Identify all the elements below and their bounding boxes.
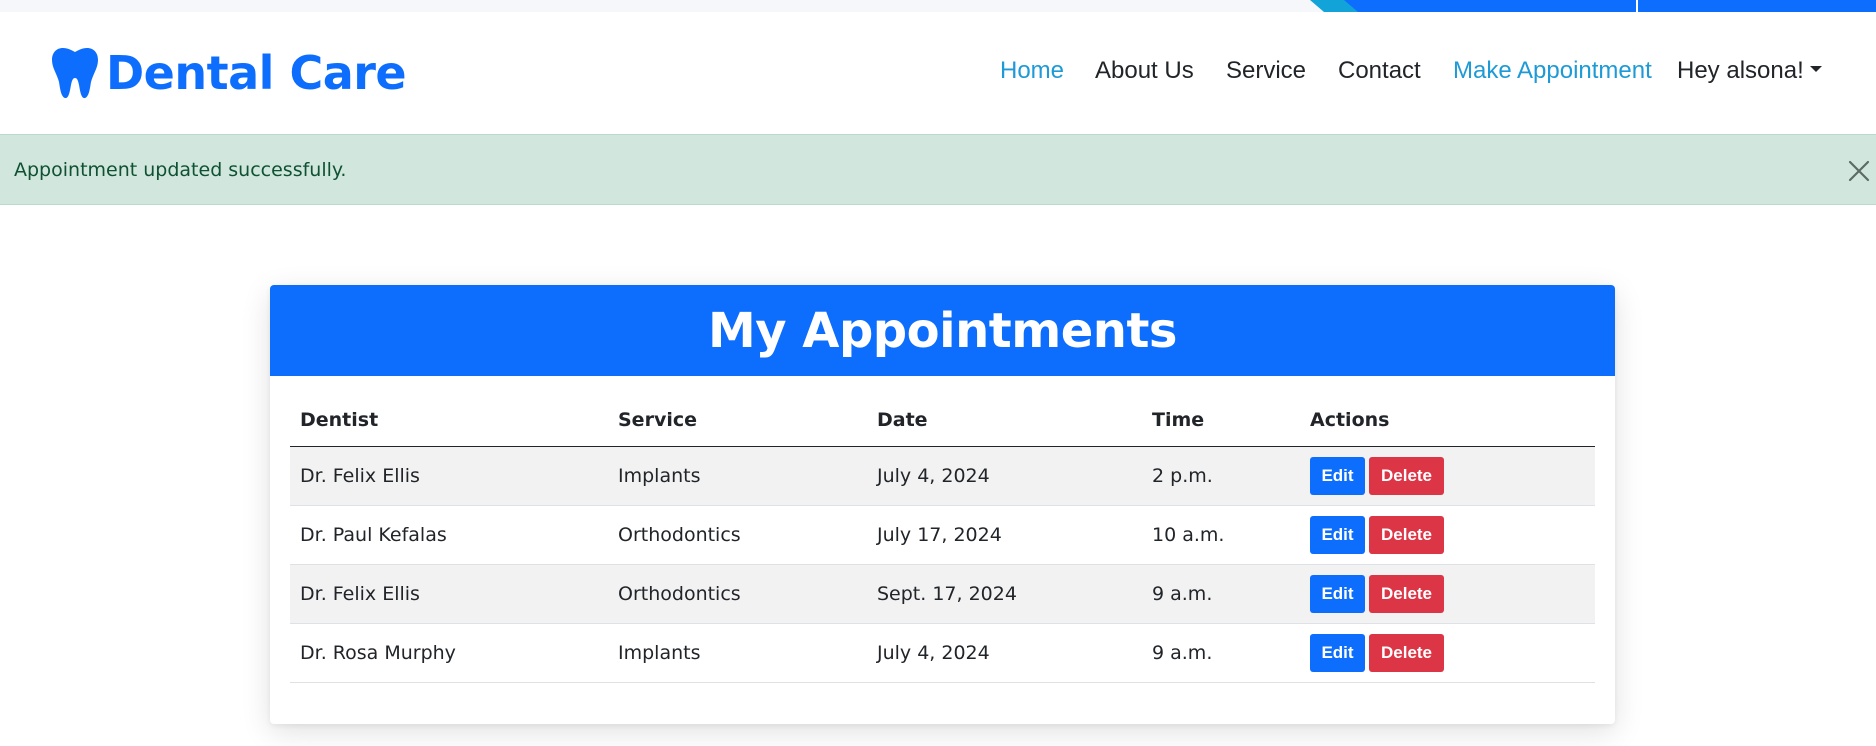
cell-service: Implants: [608, 446, 867, 506]
cell-dentist: Dr. Felix Ellis: [290, 446, 608, 506]
cell-date: July 4, 2024: [867, 446, 1142, 506]
success-alert: Appointment updated successfully.: [0, 134, 1876, 205]
alert-message: Appointment updated successfully.: [14, 159, 347, 181]
edit-button[interactable]: Edit: [1310, 456, 1365, 495]
delete-button[interactable]: Delete: [1369, 574, 1444, 613]
column-header-actions: Actions: [1300, 395, 1595, 447]
cell-actions: Edit Delete: [1300, 446, 1595, 506]
cell-date: July 4, 2024: [867, 623, 1142, 683]
cell-time: 2 p.m.: [1142, 446, 1300, 506]
column-header-time: Time: [1142, 395, 1300, 447]
cell-dentist: Dr. Paul Kefalas: [290, 505, 608, 565]
delete-button[interactable]: Delete: [1369, 515, 1444, 554]
cell-date: July 17, 2024: [867, 505, 1142, 565]
cell-dentist: Dr. Felix Ellis: [290, 564, 608, 624]
cell-actions: Edit Delete: [1300, 623, 1595, 683]
table-row: Dr. Paul Kefalas Orthodontics July 17, 2…: [290, 505, 1595, 565]
nav-contact[interactable]: Contact: [1338, 57, 1421, 85]
user-menu-label: Hey alsona!: [1677, 57, 1804, 84]
accent-stripe-divider: [1636, 0, 1638, 12]
edit-button[interactable]: Edit: [1310, 515, 1365, 554]
cell-time: 9 a.m.: [1142, 623, 1300, 683]
cell-actions: Edit Delete: [1300, 505, 1595, 565]
table-row: Dr. Rosa Murphy Implants July 4, 2024 9 …: [290, 623, 1595, 683]
brand-logo[interactable]: Dental Care: [52, 46, 407, 100]
brand-name: Dental Care: [106, 46, 407, 100]
cell-dentist: Dr. Rosa Murphy: [290, 623, 608, 683]
edit-button[interactable]: Edit: [1310, 574, 1365, 613]
cell-service: Orthodontics: [608, 505, 867, 565]
table-row: Dr. Felix Ellis Implants July 4, 2024 2 …: [290, 446, 1595, 506]
tooth-icon: [52, 48, 98, 99]
column-header-service: Service: [608, 395, 867, 447]
table-header-row: Dentist Service Date Time Actions: [290, 395, 1595, 447]
nav-home[interactable]: Home: [1000, 57, 1064, 85]
page-title: My Appointments: [708, 302, 1177, 359]
top-accent-strip: [0, 0, 1876, 12]
nav-service[interactable]: Service: [1226, 57, 1306, 85]
column-header-dentist: Dentist: [290, 395, 608, 447]
close-icon[interactable]: [1847, 159, 1871, 183]
caret-down-icon: [1809, 65, 1822, 72]
edit-button[interactable]: Edit: [1310, 633, 1365, 672]
delete-button[interactable]: Delete: [1369, 456, 1444, 495]
cell-service: Implants: [608, 623, 867, 683]
appointments-table: Dentist Service Date Time Actions Dr. Fe…: [290, 395, 1595, 683]
cell-time: 10 a.m.: [1142, 505, 1300, 565]
column-header-date: Date: [867, 395, 1142, 447]
accent-stripe-blue: [1344, 0, 1876, 12]
cell-service: Orthodontics: [608, 564, 867, 624]
cell-date: Sept. 17, 2024: [867, 564, 1142, 624]
card-header: My Appointments: [270, 285, 1615, 376]
delete-button[interactable]: Delete: [1369, 633, 1444, 672]
nav-about-us[interactable]: About Us: [1095, 57, 1194, 85]
cell-actions: Edit Delete: [1300, 564, 1595, 624]
user-menu-toggle[interactable]: Hey alsona!: [1677, 57, 1822, 85]
appointments-card: My Appointments Dentist Service Date Tim…: [270, 285, 1615, 724]
table-row: Dr. Felix Ellis Orthodontics Sept. 17, 2…: [290, 564, 1595, 624]
cell-time: 9 a.m.: [1142, 564, 1300, 624]
nav-make-appointment[interactable]: Make Appointment: [1453, 57, 1652, 85]
navbar: Dental Care Home About Us Service Contac…: [0, 12, 1876, 133]
